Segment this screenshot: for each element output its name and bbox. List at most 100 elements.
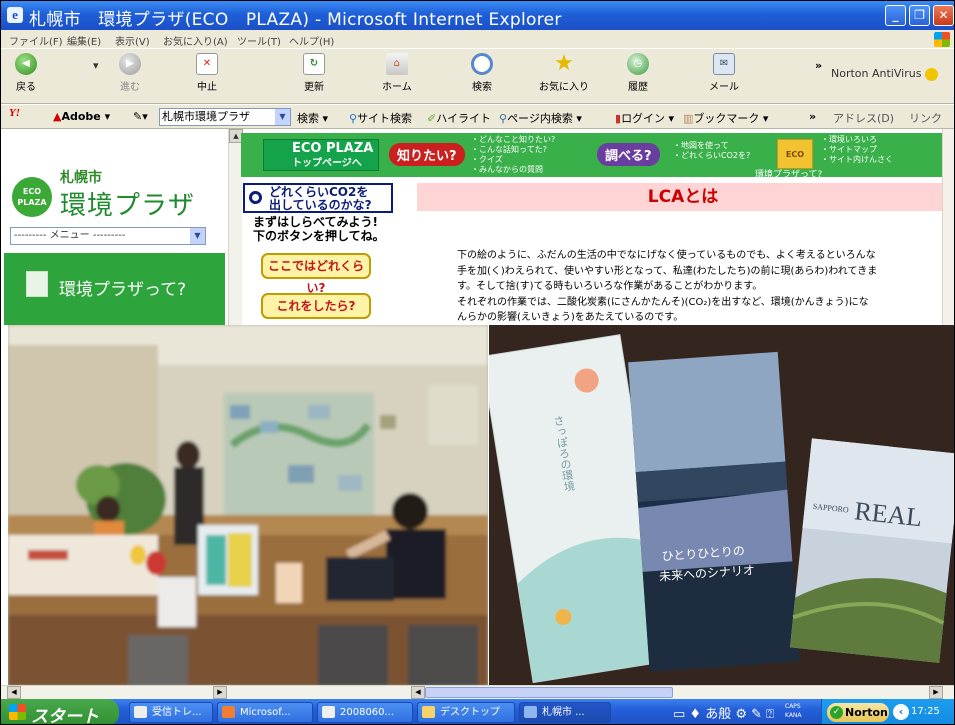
task-sapporo-ie[interactable]: 札幌市 ... bbox=[519, 702, 611, 723]
frame-scroll-right-icon[interactable]: ▶ bbox=[213, 686, 227, 699]
left-frame: ECO PLAZA 札幌市 環境プラザ --------- メニュー -----… bbox=[4, 129, 228, 325]
yahoo-toolbar: Y! ▲Adobe ▾ ✎▾ 札幌市環境プラザ ▼ 検索 ▾ ⚲サイト検索 ✐ハ… bbox=[1, 105, 954, 129]
horizontal-scrollbar[interactable]: ◀ ▶ ◀ ▶ bbox=[1, 685, 954, 699]
close-button[interactable]: ✕ bbox=[933, 5, 954, 26]
language-bar[interactable]: ▭ ♦ あ般 ⚙ ✎ ⍰ bbox=[673, 703, 774, 722]
what-if-button[interactable]: これをしたら? bbox=[261, 293, 371, 319]
windows-flag-icon bbox=[934, 32, 950, 47]
yahoo-logo-icon[interactable]: Y! bbox=[9, 107, 20, 119]
photo-overlay: さっぽろの環境 ひとりひとりの 未来へのシナリオ SAPPORO REAL bbox=[1, 325, 954, 686]
scroll-right-icon[interactable]: ▶ bbox=[929, 686, 943, 699]
left-frame-scrollbar[interactable]: ▲ bbox=[228, 129, 243, 325]
minimize-button[interactable]: _ bbox=[885, 5, 906, 26]
stop-icon: ✕ bbox=[196, 53, 218, 75]
task-microsoft[interactable]: Microsof... bbox=[217, 702, 313, 723]
window-title: 札幌市 環境プラザ(ECO PLAZA) - Microsoft Interne… bbox=[29, 10, 562, 30]
adobe-button[interactable]: ▲Adobe ▾ bbox=[53, 110, 110, 123]
scroll-thumb[interactable] bbox=[425, 687, 673, 698]
site-search-button[interactable]: ⚲サイト検索 bbox=[349, 110, 412, 126]
know-button[interactable]: 知りたい? bbox=[389, 143, 465, 166]
logo-name[interactable]: 環境プラザ bbox=[60, 185, 195, 222]
back-dropdown-icon[interactable]: ▾ bbox=[93, 59, 99, 72]
mail-button[interactable]: ✉ メール bbox=[709, 53, 739, 93]
eco-plaza-logo-icon[interactable]: ECO PLAZA bbox=[12, 177, 52, 217]
taskbar: スタート 受信トレ... Microsof... 2008060... デスクト… bbox=[1, 699, 954, 724]
logo-city: 札幌市 bbox=[60, 170, 102, 186]
title-bar: e 札幌市 環境プラザ(ECO PLAZA) - Microsoft Inter… bbox=[1, 1, 954, 30]
powerpoint-icon bbox=[222, 706, 235, 718]
refresh-button[interactable]: ↻ 更新 bbox=[303, 53, 325, 93]
norton-icon bbox=[925, 67, 939, 81]
caps-indicator: CAPS KANA bbox=[785, 703, 802, 719]
highlight-button[interactable]: ✐ハイライト bbox=[427, 110, 491, 126]
search-button[interactable]: 検索 bbox=[471, 53, 493, 93]
check-icon: ✓ bbox=[830, 706, 843, 719]
chevron-down-icon[interactable]: ▼ bbox=[275, 109, 290, 125]
check-links: ・地図を使って ・どれくらいCO2を? bbox=[673, 141, 751, 160]
ie-icon bbox=[524, 706, 537, 718]
site-banner: ECO PLAZA トップページへ 知りたい? ・どんなこと知りたい? ・こんな… bbox=[241, 133, 954, 180]
forward-arrow-icon: ▶ bbox=[119, 53, 141, 75]
menu-help[interactable]: ヘルプ(H) bbox=[289, 33, 334, 48]
home-button[interactable]: ⌂ ホーム bbox=[382, 53, 412, 93]
mail-icon: ✉ bbox=[713, 53, 735, 75]
back-button[interactable]: ◀ 戻る bbox=[15, 53, 37, 93]
menu-edit[interactable]: 編集(E) bbox=[67, 33, 101, 48]
menu-tools[interactable]: ツール(T) bbox=[237, 33, 281, 48]
menu-favorites[interactable]: お気に入り(A) bbox=[163, 33, 228, 48]
building-icon bbox=[26, 271, 48, 297]
yahoo-search-button[interactable]: 検索 ▾ bbox=[297, 110, 328, 126]
norton-tray-button[interactable]: ✓ Norton bbox=[827, 703, 889, 722]
linkbar-overflow-icon[interactable]: » bbox=[809, 110, 816, 123]
eco-plaza-building-icon[interactable]: ECO bbox=[777, 139, 813, 169]
forward-button[interactable]: ▶ 進む bbox=[119, 53, 141, 93]
search-icon bbox=[471, 53, 493, 75]
home-icon: ⌂ bbox=[385, 53, 408, 75]
toolbar-overflow-icon[interactable]: » bbox=[815, 59, 822, 72]
pencil-icon[interactable]: ✎▾ bbox=[133, 110, 148, 123]
menu-select[interactable]: --------- メニュー --------- ▼ bbox=[10, 227, 206, 245]
check-button[interactable]: 調べる? bbox=[597, 143, 660, 166]
menu-file[interactable]: ファイル(F) bbox=[9, 33, 63, 48]
menu-bar: ファイル(F) 編集(E) 表示(V) お気に入り(A) ツール(T) ヘルプ(… bbox=[1, 30, 954, 49]
bookmark-button[interactable]: ▥ブックマーク ▾ bbox=[683, 110, 768, 126]
scroll-left-icon[interactable]: ◀ bbox=[411, 686, 425, 699]
web-page: ECO PLAZA 札幌市 環境プラザ --------- メニュー -----… bbox=[1, 129, 954, 325]
magnifier-icon bbox=[249, 191, 262, 204]
toolbar: ◀ 戻る ▾ ▶ 進む ✕ 中止 ↻ 更新 ⌂ ホーム 検索 ★ お気に入り ◷ bbox=[1, 49, 954, 104]
maximize-button[interactable]: ❐ bbox=[909, 5, 930, 26]
office-photo bbox=[8, 325, 488, 686]
lca-description: 下の絵のように、ふだんの生活の中でなにげなく使っているものでも、よく考えるといろ… bbox=[457, 250, 878, 323]
yahoo-search-input[interactable]: 札幌市環境プラザ ▼ bbox=[159, 108, 291, 126]
chevron-down-icon[interactable]: ▼ bbox=[190, 228, 205, 244]
page-scrollbar[interactable] bbox=[942, 129, 954, 325]
menu-view[interactable]: 表示(V) bbox=[115, 33, 150, 48]
norton-toolbar-button[interactable]: Norton AntiVirus bbox=[831, 67, 939, 81]
task-inbox[interactable]: 受信トレ... bbox=[129, 702, 213, 723]
scroll-left-icon[interactable]: ◀ bbox=[7, 686, 21, 699]
co2-heading: どれくらいCO2を 出しているのかな? bbox=[243, 183, 393, 213]
mail-icon bbox=[134, 706, 147, 718]
lca-title: LCAとは bbox=[417, 183, 949, 211]
folder-icon bbox=[422, 706, 435, 718]
know-links: ・どんなこと知りたい? ・こんな話知ってた? ・クイズ ・みんなからの質問 bbox=[471, 135, 556, 174]
eco-links: ・環境いろいろ ・サイトマップ ・サイト内けんさく bbox=[821, 135, 893, 164]
page-search-button[interactable]: ⚲ページ内検索 ▾ bbox=[499, 110, 582, 126]
start-button[interactable]: スタート bbox=[1, 699, 119, 724]
top-page-button[interactable]: ECO PLAZA トップページへ bbox=[263, 139, 379, 171]
how-much-button[interactable]: ここではどれくらい? bbox=[261, 253, 371, 295]
windows-flag-icon bbox=[9, 704, 26, 720]
brochures-photo: さっぽろの環境 ひとりひとりの 未来へのシナリオ SAPPORO REAL bbox=[489, 325, 954, 686]
eco-plaza-question-link[interactable]: 環境プラザって? bbox=[755, 167, 822, 180]
favorites-button[interactable]: ★ お気に入り bbox=[539, 53, 589, 94]
stop-button[interactable]: ✕ 中止 bbox=[196, 53, 218, 93]
nav-about-plaza[interactable]: 環境プラザって? bbox=[4, 253, 225, 325]
tray-expand-icon[interactable]: ‹ bbox=[893, 704, 909, 720]
screen: e 札幌市 環境プラザ(ECO PLAZA) - Microsoft Inter… bbox=[0, 0, 955, 725]
links-label[interactable]: リンク bbox=[909, 110, 942, 126]
history-button[interactable]: ◷ 履歴 bbox=[627, 53, 649, 93]
task-desktop[interactable]: デスクトップ bbox=[417, 702, 515, 723]
address-label[interactable]: アドレス(D) bbox=[833, 110, 894, 126]
login-button[interactable]: ▮ログイン ▾ bbox=[615, 110, 674, 126]
task-image[interactable]: 2008060... bbox=[317, 702, 413, 723]
